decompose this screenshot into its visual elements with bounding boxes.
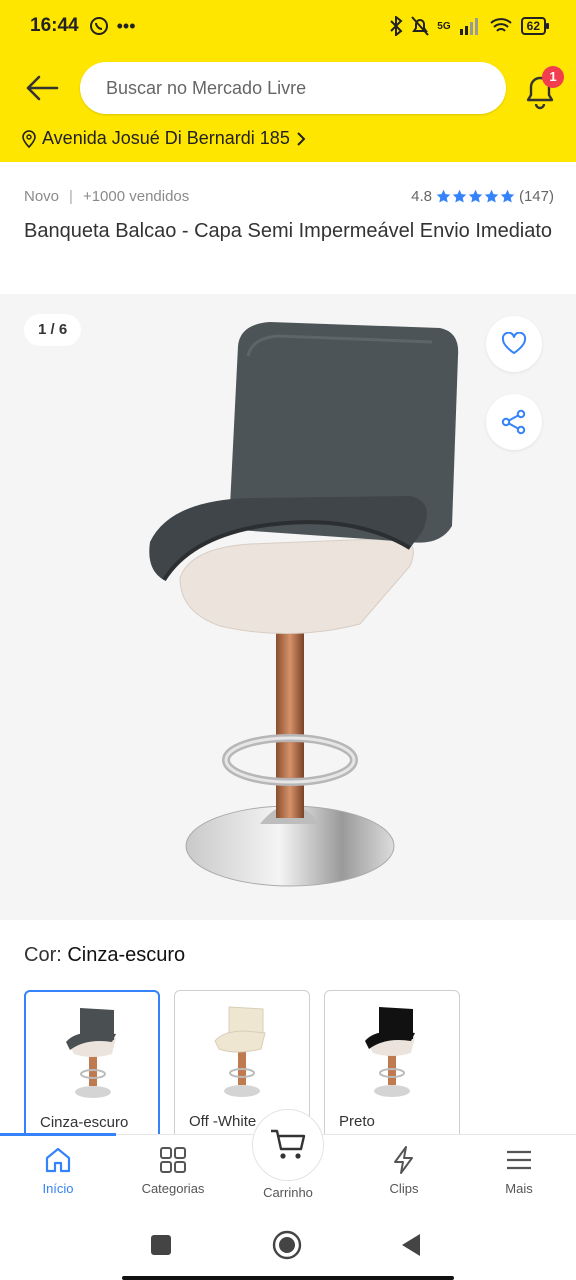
star-icon xyxy=(484,189,499,202)
star-icon xyxy=(468,189,483,202)
back-button[interactable] xyxy=(22,70,62,106)
bottom-navigation: Início Categorias Carrinho Clips Mais xyxy=(0,1109,576,1212)
chevron-right-icon xyxy=(297,131,306,146)
star-icon xyxy=(500,189,515,202)
nav-label: Início xyxy=(42,1181,74,1196)
nav-clips[interactable]: Clips xyxy=(354,1145,454,1196)
nav-label: Mais xyxy=(505,1181,533,1196)
recent-apps-button[interactable] xyxy=(150,1234,172,1256)
favorite-button[interactable] xyxy=(486,316,542,372)
share-button[interactable] xyxy=(486,394,542,450)
product-title: Banqueta Balcao - Capa Semi Impermeável … xyxy=(24,220,553,242)
color-option-cinza-escuro[interactable]: Cinza-escuro xyxy=(24,990,160,1140)
sold-count: +1000 vendidos xyxy=(82,187,190,205)
notifications-button[interactable]: 1 xyxy=(522,66,564,110)
grid-icon xyxy=(160,1147,186,1173)
nav-label: Carrinho xyxy=(263,1185,313,1200)
home-indicator xyxy=(122,1276,454,1280)
variant-thumbnail xyxy=(365,1007,415,1097)
address-text: Avenida Josué Di Bernardi 185 xyxy=(42,128,290,148)
nav-inicio[interactable]: Início xyxy=(8,1145,108,1196)
notification-badge: 1 xyxy=(542,66,564,88)
rating-value: 4.8 xyxy=(411,187,432,205)
cart-icon xyxy=(271,1129,306,1159)
divider: | xyxy=(69,187,73,205)
home-icon xyxy=(45,1147,71,1173)
back-triangle-button[interactable] xyxy=(400,1232,422,1258)
search-placeholder: Buscar no Mercado Livre xyxy=(106,77,307,98)
active-tab-indicator xyxy=(0,1133,116,1136)
nav-label: Categorias xyxy=(141,1181,205,1196)
variant-thumbnail xyxy=(66,1008,116,1098)
app-header: 16:44 ••• 5G 62 Buscar no Mercado Livre … xyxy=(0,0,576,162)
whatsapp-icon xyxy=(89,17,108,35)
rating-stars xyxy=(436,189,515,204)
mute-bell-icon xyxy=(411,16,430,36)
wifi-icon xyxy=(489,18,512,32)
system-navigation-bar xyxy=(0,1212,576,1280)
color-variants: Cinza-escuro Off -White Preto xyxy=(24,990,460,1140)
home-button[interactable] xyxy=(272,1230,302,1260)
color-option-preto[interactable]: Preto xyxy=(324,990,460,1140)
nav-carrinho[interactable] xyxy=(252,1109,324,1181)
battery-indicator: 62 xyxy=(520,17,550,35)
variant-label: Preto xyxy=(339,1113,375,1130)
lightning-icon xyxy=(394,1146,413,1174)
condition-label: Novo xyxy=(24,187,60,205)
selected-color-name: Cinza-escuro xyxy=(67,944,186,966)
product-meta: Novo | +1000 vendidos 4.8 (147) xyxy=(24,184,554,208)
nav-label: Clips xyxy=(389,1181,419,1196)
nav-mais[interactable]: Mais xyxy=(469,1145,569,1196)
variant-thumbnail xyxy=(214,1006,266,1097)
color-label-prefix: Cor: xyxy=(24,944,62,966)
arrow-left-icon xyxy=(26,75,59,101)
nav-categorias[interactable]: Categorias xyxy=(123,1145,223,1196)
star-icon xyxy=(436,189,451,202)
rating-summary[interactable]: 4.8 (147) xyxy=(411,188,554,205)
product-gallery[interactable]: 1 / 6 xyxy=(0,294,576,920)
star-icon xyxy=(452,189,467,202)
variant-label: Cinza-escuro xyxy=(40,1114,129,1131)
more-notifications-icon: ••• xyxy=(116,15,136,36)
status-bar: 16:44 ••• 5G 62 xyxy=(0,0,576,52)
status-time: 16:44 xyxy=(30,15,79,36)
heart-icon xyxy=(501,332,527,354)
network-label: 5G xyxy=(437,20,451,32)
product-image-stool xyxy=(149,322,459,887)
review-count: (147) xyxy=(518,187,554,205)
variant-label: Off -White xyxy=(189,1113,257,1130)
signal-icon xyxy=(459,18,478,35)
search-input[interactable]: Buscar no Mercado Livre xyxy=(80,62,506,114)
delivery-address[interactable]: Avenida Josué Di Bernardi 185 xyxy=(22,128,306,149)
bluetooth-icon xyxy=(390,16,403,36)
color-selection-label: Cor: Cinza-escuro xyxy=(24,944,185,967)
menu-icon xyxy=(507,1150,531,1170)
image-counter: 1 / 6 xyxy=(24,314,82,346)
share-icon xyxy=(501,409,526,435)
location-pin-icon xyxy=(22,129,36,148)
